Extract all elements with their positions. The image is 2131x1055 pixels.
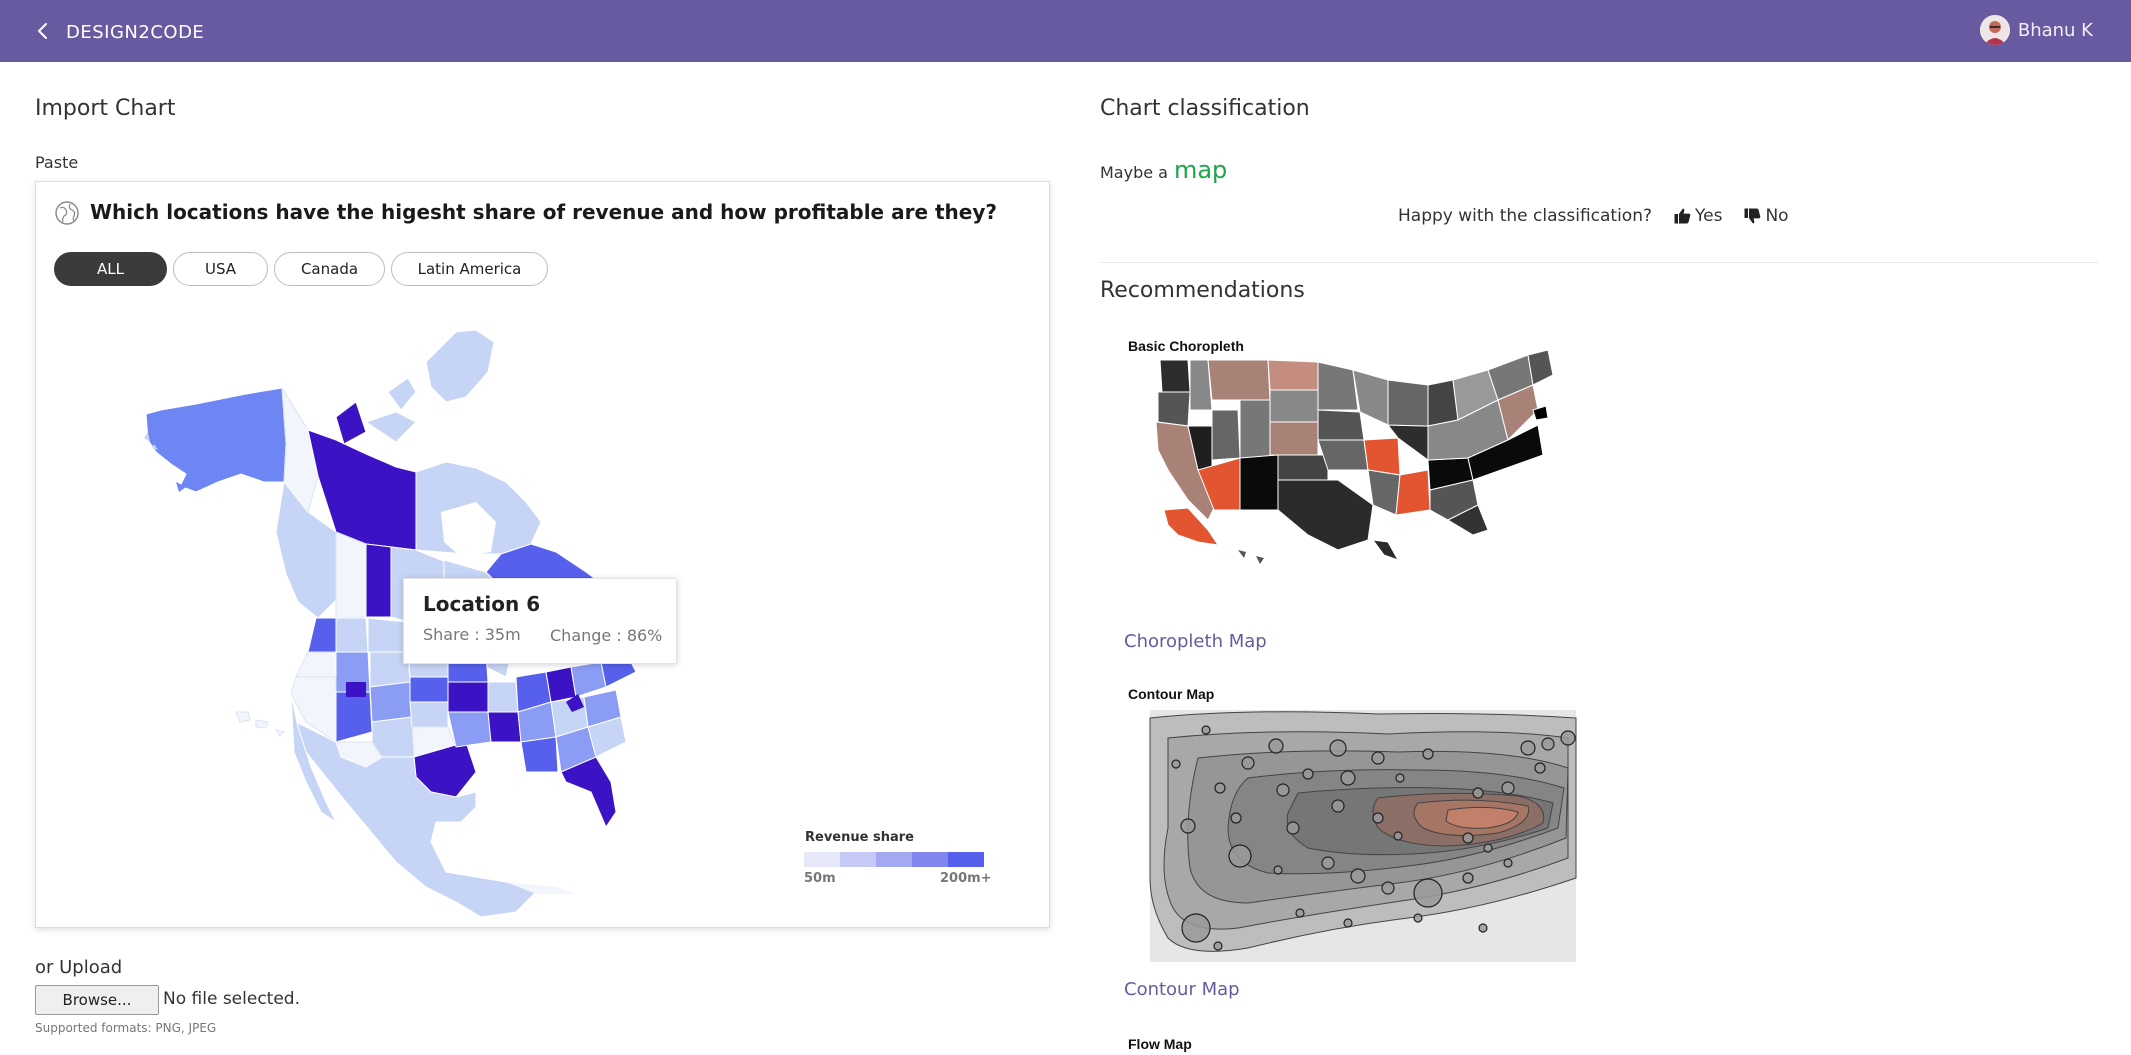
feedback-question: Happy with the classification?	[1398, 206, 1653, 226]
legend-swatch	[876, 852, 912, 867]
choropleth-map-link[interactable]: Choropleth Map	[1124, 631, 1267, 652]
classification-result: Maybe a map	[1100, 156, 1227, 184]
no-file-text: No file selected.	[163, 989, 300, 1009]
chart-question: Which locations have the higesht share o…	[90, 200, 997, 224]
recommendations-title: Recommendations	[1100, 278, 1305, 303]
filter-pills: ALL USA Canada Latin America	[54, 252, 548, 286]
thumbs-up-icon	[1674, 208, 1691, 224]
north-america-map	[144, 329, 666, 918]
flow-map-thumb-title: Flow Map	[1128, 1036, 1192, 1052]
divider	[1100, 262, 2098, 263]
maybe-prefix: Maybe a	[1100, 163, 1168, 182]
legend-swatch	[804, 852, 840, 867]
avatar	[1979, 15, 2010, 45]
paste-area[interactable]: Which locations have the higesht share o…	[35, 181, 1050, 928]
user-name: Bhanu K	[2017, 19, 2093, 41]
filter-canada[interactable]: Canada	[274, 252, 385, 286]
tooltip-share: Share : 35m	[423, 625, 521, 644]
import-chart-title: Import Chart	[35, 96, 176, 121]
thumbs-down-icon	[1744, 208, 1761, 224]
paste-label: Paste	[35, 153, 79, 172]
globe-icon	[55, 201, 79, 225]
yes-label: Yes	[1695, 206, 1723, 226]
no-button[interactable]: No	[1744, 206, 1789, 226]
choropleth-map-image	[1155, 349, 1554, 564]
classification-type: map	[1173, 156, 1228, 184]
contour-thumbnail[interactable]: Contour Map	[1128, 678, 1588, 963]
flow-map-thumbnail[interactable]: Flow Map	[1128, 1030, 1588, 1055]
top-bar: DESIGN2CODE Bhanu K	[0, 0, 2131, 62]
contour-map-image	[1149, 710, 1577, 962]
back-icon[interactable]	[32, 19, 54, 43]
user-menu[interactable]: Bhanu K	[1979, 15, 2093, 45]
legend-color-scale	[804, 852, 984, 867]
legend-swatch	[840, 852, 876, 867]
legend-swatch	[912, 852, 948, 867]
legend-swatch	[948, 852, 984, 867]
legend-min-label: 50m	[804, 871, 836, 886]
classification-title: Chart classification	[1100, 96, 1310, 121]
map-tooltip: Location 6 Share : 35m Change : 86%	[403, 578, 677, 664]
yes-button[interactable]: Yes	[1674, 206, 1722, 226]
upload-label: or Upload	[35, 957, 123, 978]
legend-title: Revenue share	[805, 830, 914, 845]
legend-max-label: 200m+	[940, 871, 992, 886]
browse-button[interactable]: Browse...	[35, 985, 159, 1015]
filter-latin-america[interactable]: Latin America	[391, 252, 548, 286]
contour-map-link[interactable]: Contour Map	[1124, 979, 1240, 1000]
tooltip-change: Change : 86%	[550, 626, 663, 645]
app-title: DESIGN2CODE	[66, 22, 205, 43]
tooltip-title: Location 6	[423, 592, 541, 616]
supported-formats: Supported formats: PNG, JPEG	[35, 1021, 217, 1035]
choropleth-thumbnail[interactable]: Basic Choropleth	[1128, 330, 1588, 620]
feedback-row: Happy with the classification? Yes No	[1398, 206, 1789, 226]
no-label: No	[1765, 206, 1789, 226]
filter-all[interactable]: ALL	[54, 252, 167, 286]
filter-usa[interactable]: USA	[173, 252, 268, 286]
